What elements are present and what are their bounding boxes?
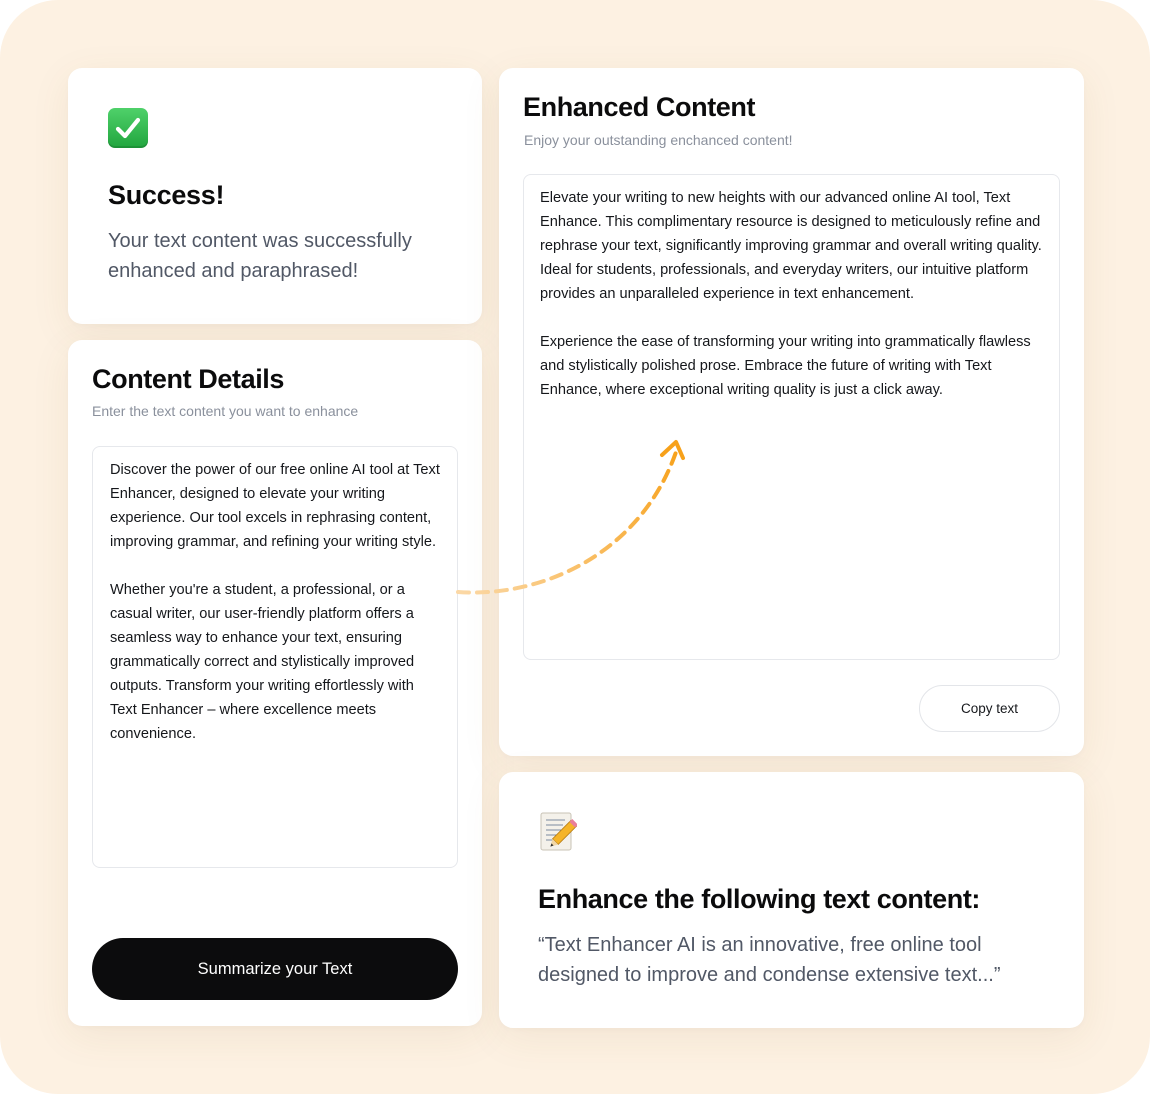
app-frame: Success! Your text content was successfu… — [0, 0, 1150, 1094]
content-details-title: Content Details — [92, 364, 285, 394]
prompt-card: Enhance the following text content: “Tex… — [499, 772, 1084, 1028]
enhanced-content-card: Enhanced Content Enjoy your outstanding … — [499, 68, 1084, 756]
output-text-area[interactable]: Elevate your writing to new heights with… — [523, 174, 1060, 660]
enhanced-content-subtitle: Enjoy your outstanding enchanced content… — [524, 132, 793, 148]
prompt-title: Enhance the following text content: — [538, 884, 981, 914]
content-details-card: Content Details Enter the text content y… — [68, 340, 482, 1026]
success-title: Success! — [108, 180, 225, 210]
success-message: Your text content was successfully enhan… — [108, 230, 412, 282]
check-mark-icon — [108, 108, 148, 148]
copy-text-button[interactable]: Copy text — [919, 685, 1060, 732]
summarize-button[interactable]: Summarize your Text — [92, 938, 458, 1000]
enhanced-content-title: Enhanced Content — [523, 92, 756, 122]
success-card: Success! Your text content was successfu… — [68, 68, 482, 324]
input-text-area[interactable]: Discover the power of our free online AI… — [92, 446, 458, 868]
prompt-quote: “Text Enhancer AI is an innovative, free… — [538, 934, 1001, 986]
memo-pencil-icon — [540, 812, 577, 851]
content-details-subtitle: Enter the text content you want to enhan… — [92, 403, 359, 419]
